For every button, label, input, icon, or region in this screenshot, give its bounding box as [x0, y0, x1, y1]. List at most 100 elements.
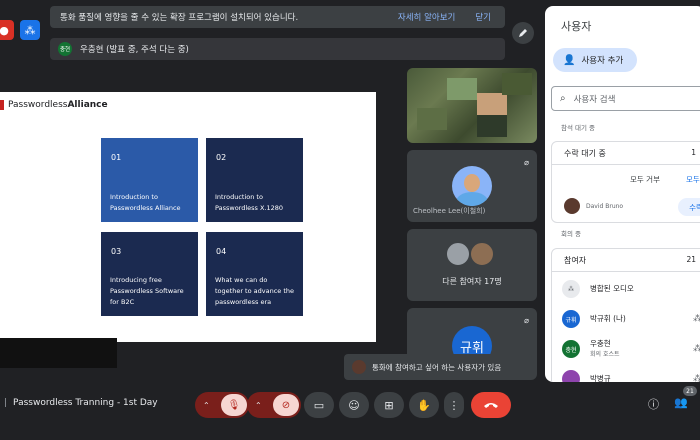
- presentation-slide: Passwordless Alliance 01 Introduction to…: [0, 92, 376, 342]
- waiting-list: 수락 대기 중 1 모두 거부 모두 David Bruno 수락: [551, 141, 700, 223]
- participant-video-tile[interactable]: [407, 68, 537, 143]
- captions-icon: ▭: [313, 398, 325, 412]
- list-item[interactable]: ⁂ 병합된 오디오: [562, 277, 700, 301]
- avatar: [562, 370, 580, 382]
- meeting-name: Passwordless Tranning - 1st Day: [13, 398, 158, 408]
- admit-all-button[interactable]: 모두: [686, 174, 700, 185]
- logo-text-light: Passwordless: [8, 100, 68, 110]
- waiting-section-label: 참석 대기 중: [561, 124, 596, 132]
- search-icon: ⌕: [560, 93, 566, 104]
- apps-grid-icon[interactable]: ⁂: [20, 20, 40, 40]
- join-request-toast[interactable]: 통화에 참여하고 싶어 하는 사용자가 있음: [344, 354, 532, 380]
- tile-number: 02: [216, 153, 227, 162]
- app-icon-red[interactable]: ●: [0, 20, 14, 40]
- add-people-label: 사용자 추가: [581, 56, 624, 66]
- other-participants-label: 다른 참여자 17명: [442, 277, 502, 286]
- person-add-icon: 👤: [563, 54, 576, 66]
- present-button[interactable]: ⊞: [374, 392, 404, 418]
- chevron-up-icon[interactable]: ⌃: [255, 401, 262, 410]
- people-icon[interactable]: 👥: [674, 396, 688, 409]
- more-options-button[interactable]: ⋮: [444, 392, 464, 418]
- end-call-icon: [484, 403, 498, 408]
- mic-off-icon: ⌀: [524, 316, 529, 325]
- tile-number: 04: [216, 247, 227, 256]
- info-icon[interactable]: ⓘ: [648, 396, 659, 412]
- tile-text: What we can do together to advance the p…: [215, 276, 295, 306]
- slide-logo: Passwordless Alliance: [0, 100, 108, 110]
- presenter-avatar: 충현: [58, 42, 72, 56]
- camera-off-icon[interactable]: ⊘: [273, 394, 299, 416]
- avatar: [352, 360, 366, 374]
- waiting-count: 1: [691, 148, 696, 157]
- slide-tile: 03 Introducing free Passwordless Softwar…: [101, 232, 198, 316]
- close-notice-button[interactable]: 닫기: [475, 11, 491, 23]
- emoji-icon: ☺: [348, 398, 360, 412]
- list-item[interactable]: 박병규 ⁂: [562, 367, 700, 382]
- list-item[interactable]: 규휘 박규휘 (나) ⁂: [562, 307, 700, 331]
- audio-levels-icon: ⁂: [693, 344, 700, 354]
- captions-button[interactable]: ▭: [304, 392, 334, 418]
- camera-control[interactable]: ⌃ ⊘: [247, 392, 301, 418]
- slide-tile: 02 Introduction to Passwordless X.1280: [206, 138, 303, 222]
- panel-title: 사용자: [561, 20, 592, 33]
- guest-name: David Bruno: [586, 202, 624, 210]
- search-placeholder: 사용자 검색: [573, 94, 616, 105]
- avatar: [452, 166, 492, 206]
- participant-name: 박병규: [590, 374, 611, 382]
- raise-hand-button[interactable]: ✋: [409, 392, 439, 418]
- audio-levels-icon: ⁂: [693, 374, 700, 382]
- annotate-pen-button[interactable]: [512, 22, 534, 44]
- meeting-title: | Passwordless Tranning - 1st Day: [4, 398, 158, 408]
- other-participants-tile[interactable]: 다른 참여자 17명: [407, 229, 537, 301]
- reactions-button[interactable]: ☺: [339, 392, 369, 418]
- mic-control[interactable]: ⌃ 🎙: [195, 392, 249, 418]
- in-call-section-label: 회의 중: [561, 230, 582, 238]
- tile-number: 01: [111, 153, 122, 162]
- mic-off-icon[interactable]: 🎙: [221, 394, 247, 416]
- pen-icon: [519, 29, 527, 37]
- logo-text-bold: Alliance: [67, 100, 108, 110]
- hand-icon: ✋: [417, 398, 431, 412]
- avatar: [445, 241, 471, 267]
- merged-audio-icon: ⁂: [562, 280, 580, 298]
- leave-call-button[interactable]: [471, 392, 511, 418]
- chevron-up-icon[interactable]: ⌃: [203, 401, 210, 410]
- more-vert-icon: ⋮: [448, 398, 460, 412]
- admit-button[interactable]: 수락: [678, 198, 700, 216]
- presenter-label: 우충현 (발표 중, 주석 다는 중): [80, 45, 189, 55]
- participant-name: 박규휘 (나): [590, 314, 626, 323]
- avatar: [564, 198, 580, 214]
- learn-more-link[interactable]: 자세히 알아보기: [398, 11, 455, 23]
- slide-tile: 04 What we can do together to advance th…: [206, 232, 303, 316]
- audio-levels-icon: ⁂: [693, 314, 700, 324]
- participants-list: 참여자 21 ⁂ 병합된 오디오 규휘 박규휘 (나) ⁂ 충현 우충현 회의 …: [551, 248, 700, 382]
- logo-mark-icon: [0, 100, 4, 110]
- extension-warning-bar: 통화 품질에 영향을 줄 수 있는 확장 프로그램이 설치되어 있습니다. 자세…: [50, 6, 505, 28]
- deny-all-button[interactable]: 모두 거부: [630, 174, 660, 185]
- tile-text: Introduction to Passwordless Alliance: [110, 193, 181, 212]
- participant-tile[interactable]: ⌀ Cheolhee Lee(이철희): [407, 150, 537, 222]
- people-panel: 사용자 👤 사용자 추가 ⌕ 사용자 검색 참석 대기 중 수락 대기 중 1 …: [545, 6, 700, 382]
- tile-text: Introducing free Passwordless Software f…: [110, 276, 184, 306]
- participants-count: 21: [686, 255, 696, 264]
- tile-number: 03: [111, 247, 122, 256]
- participant-name: 우충현: [590, 338, 611, 348]
- slide-tile: 01 Introduction to Passwordless Alliance: [101, 138, 198, 222]
- present-icon: ⊞: [384, 398, 394, 412]
- participant-role: 회의 호스트: [590, 350, 620, 358]
- participants-header[interactable]: 참여자: [564, 255, 586, 266]
- avatar: 충현: [562, 340, 580, 358]
- mic-off-icon: ⌀: [524, 158, 529, 167]
- people-count-badge: 21: [683, 386, 697, 396]
- participant-name-block: 우충현 회의 호스트: [590, 339, 620, 360]
- notice-message: 통화 품질에 영향을 줄 수 있는 확장 프로그램이 설치되어 있습니다.: [60, 13, 299, 23]
- tile-text: Introduction to Passwordless X.1280: [215, 193, 284, 212]
- search-people-input[interactable]: ⌕ 사용자 검색: [551, 86, 700, 111]
- waiting-header[interactable]: 수락 대기 중: [564, 148, 606, 159]
- merged-audio-label: 병합된 오디오: [590, 284, 634, 293]
- list-item[interactable]: 충현 우충현 회의 호스트 ⁂: [562, 337, 700, 361]
- participant-name: Cheolhee Lee(이철희): [413, 207, 486, 215]
- slide-caption-bar: [0, 338, 117, 368]
- avatar: [469, 241, 495, 267]
- add-people-button[interactable]: 👤 사용자 추가: [553, 48, 637, 72]
